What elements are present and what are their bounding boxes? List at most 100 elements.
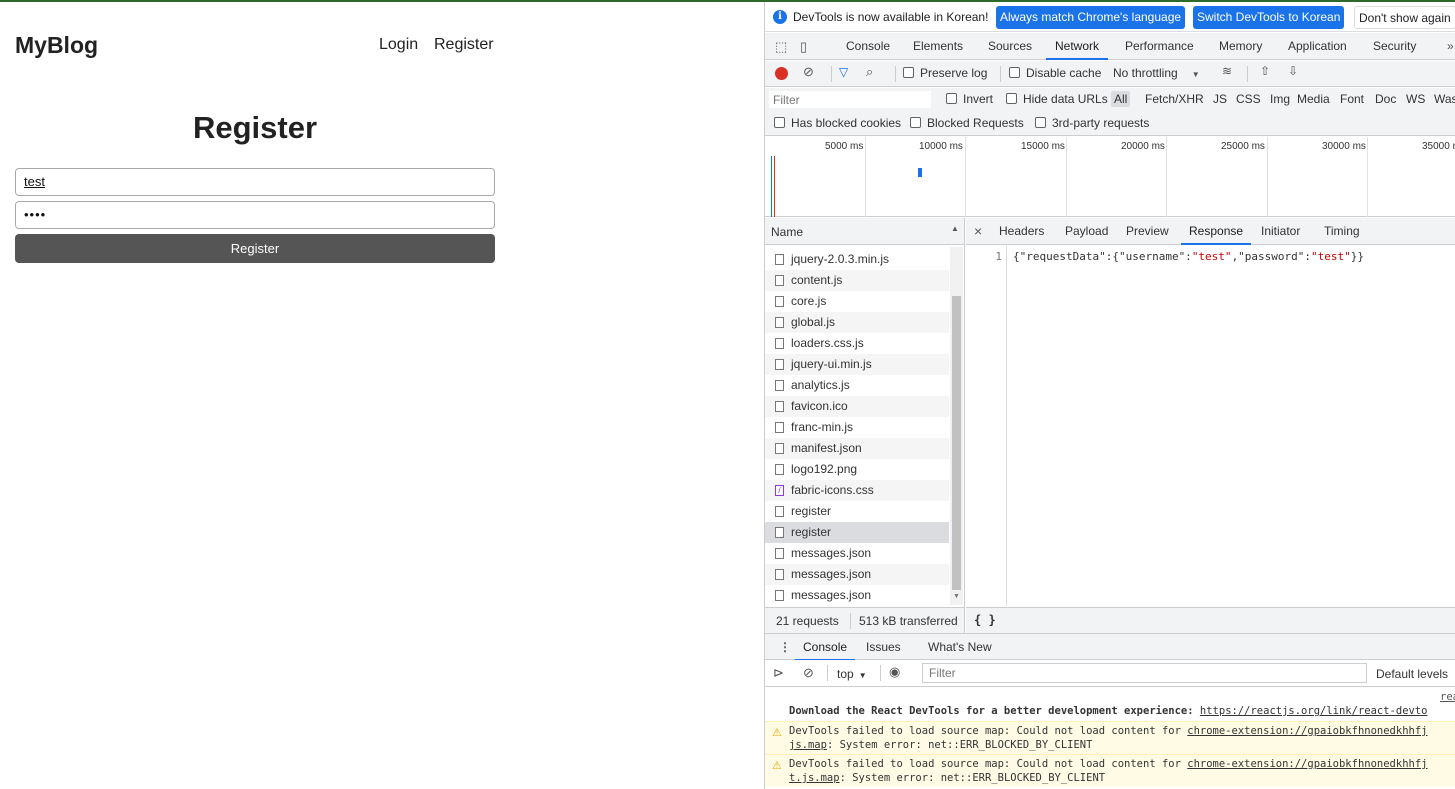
password-input[interactable]: •••• xyxy=(15,201,495,229)
request-row[interactable]: global.js xyxy=(765,312,949,333)
disable-cache-label: Disable cache xyxy=(1026,66,1102,80)
source-map-link[interactable]: js.map xyxy=(789,739,827,751)
react-devtools-link[interactable]: https://reactjs.org/link/react-devto xyxy=(1200,705,1428,717)
request-row[interactable]: favicon.ico xyxy=(765,396,949,417)
type-filter-img[interactable]: Img xyxy=(1270,92,1290,106)
tab-memory[interactable]: Memory xyxy=(1219,33,1262,60)
preserve-log-checkbox[interactable]: Preserve log xyxy=(903,66,987,80)
type-filter-css[interactable]: CSS xyxy=(1236,92,1261,106)
file-icon xyxy=(775,380,784,391)
close-detail-icon[interactable]: × xyxy=(974,218,982,245)
type-filter-ws[interactable]: WS xyxy=(1406,92,1425,106)
clear-icon[interactable]: ⊘ xyxy=(803,64,814,80)
type-filter-js[interactable]: JS xyxy=(1213,92,1227,106)
drawer-tab-whats-new[interactable]: What's New xyxy=(928,634,992,661)
request-row[interactable]: jquery-2.0.3.min.js xyxy=(765,249,949,270)
request-row[interactable]: register xyxy=(765,501,949,522)
type-filter-media[interactable]: Media xyxy=(1297,92,1330,106)
request-row[interactable]: jquery-ui.min.js xyxy=(765,354,949,375)
tab-console[interactable]: Console xyxy=(846,33,890,60)
third-party-checkbox[interactable]: 3rd-party requests xyxy=(1035,116,1149,130)
request-row[interactable]: logo192.png xyxy=(765,459,949,480)
pretty-print-button[interactable]: { } xyxy=(974,613,996,627)
record-icon[interactable] xyxy=(775,67,788,80)
nav-register-link[interactable]: Register xyxy=(434,36,494,54)
network-filter-input[interactable]: Filter xyxy=(768,90,932,109)
type-filter-fetch-xhr[interactable]: Fetch/XHR xyxy=(1145,92,1204,106)
source-map-link[interactable]: t.js.map xyxy=(789,772,840,784)
filter-icon[interactable]: ▽ xyxy=(839,65,848,79)
request-list-scrollbar[interactable]: ▼ xyxy=(950,247,963,605)
export-har-icon[interactable]: ⇩ xyxy=(1288,64,1298,78)
blocked-requests-checkbox[interactable]: Blocked Requests xyxy=(910,116,1024,130)
import-har-icon[interactable]: ⇧ xyxy=(1260,64,1270,78)
network-overview-timeline[interactable]: 5000 ms 10000 ms 15000 ms 20000 ms 25000… xyxy=(765,137,1455,217)
throttling-select[interactable]: No throttling ▼ xyxy=(1113,66,1200,80)
tab-timing[interactable]: Timing xyxy=(1324,218,1360,245)
network-conditions-icon[interactable]: ≋ xyxy=(1222,64,1232,78)
request-row[interactable]: franc-min.js xyxy=(765,417,949,438)
console-filter-input[interactable]: Filter xyxy=(922,663,1367,683)
drawer-tab-console[interactable]: Console xyxy=(795,634,856,661)
scroll-down-arrow-icon[interactable]: ▼ xyxy=(953,593,960,600)
request-row[interactable]: messages.json xyxy=(765,564,949,585)
device-toolbar-icon[interactable]: ▯ xyxy=(800,39,807,55)
disable-cache-checkbox[interactable]: Disable cache xyxy=(1009,66,1101,80)
dont-show-again-button[interactable]: Don't show again xyxy=(1354,6,1455,29)
inspect-element-icon[interactable]: ⬚ xyxy=(775,39,787,55)
tab-sources[interactable]: Sources xyxy=(988,33,1032,60)
source-map-link[interactable]: chrome-extension://gpaiobkfhnonedkhhfj xyxy=(1187,758,1427,770)
tab-response[interactable]: Response xyxy=(1181,218,1252,245)
request-row[interactable]: core.js xyxy=(765,291,949,312)
blocked-cookies-checkbox[interactable]: Has blocked cookies xyxy=(774,116,901,130)
invert-checkbox[interactable]: Invert xyxy=(946,92,993,106)
register-button[interactable]: Register xyxy=(15,234,495,263)
request-row[interactable]: loaders.css.js xyxy=(765,333,949,354)
tab-performance[interactable]: Performance xyxy=(1125,33,1194,60)
username-input[interactable]: test xyxy=(15,168,495,196)
checkbox-icon xyxy=(1035,117,1046,128)
nav-login-link[interactable]: Login xyxy=(379,36,418,54)
infobar-message: DevTools is now available in Korean! xyxy=(793,10,989,24)
log-levels-select[interactable]: Default levels xyxy=(1376,667,1448,681)
console-sidebar-icon[interactable]: ⊳ xyxy=(773,665,784,681)
request-list-header[interactable]: Name ▲ xyxy=(765,218,964,245)
request-row[interactable]: messages.json xyxy=(765,585,949,606)
scroll-thumb[interactable] xyxy=(952,296,961,590)
search-icon[interactable]: ⌕ xyxy=(866,64,873,80)
drawer-tab-issues[interactable]: Issues xyxy=(866,634,901,661)
request-row[interactable]: register xyxy=(765,522,949,543)
source-location-link[interactable]: rea xyxy=(1440,691,1455,703)
more-tabs-icon[interactable]: » xyxy=(1447,33,1454,60)
tab-headers[interactable]: Headers xyxy=(999,218,1044,245)
response-body[interactable]: {"requestData":{"username":"test","passw… xyxy=(1013,250,1364,263)
file-icon xyxy=(775,338,784,349)
tab-initiator[interactable]: Initiator xyxy=(1261,218,1300,245)
tab-application[interactable]: Application xyxy=(1288,33,1347,60)
sort-ascending-icon: ▲ xyxy=(951,224,959,233)
switch-korean-button[interactable]: Switch DevTools to Korean xyxy=(1193,6,1345,29)
context-select[interactable]: top ▼ xyxy=(837,667,867,681)
request-row[interactable]: analytics.js xyxy=(765,375,949,396)
hide-data-urls-checkbox[interactable]: Hide data URLs xyxy=(1006,92,1108,106)
type-filter-font[interactable]: Font xyxy=(1340,92,1364,106)
drawer-menu-icon[interactable]: ⋮ xyxy=(779,634,791,661)
request-row[interactable]: manifest.json xyxy=(765,438,949,459)
tab-network[interactable]: Network xyxy=(1046,33,1109,60)
type-filter-all[interactable]: All xyxy=(1111,91,1131,107)
type-filter-wasm[interactable]: Wasm xyxy=(1434,92,1455,106)
clear-console-icon[interactable]: ⊘ xyxy=(803,665,814,681)
tab-preview[interactable]: Preview xyxy=(1126,218,1169,245)
request-row[interactable]: content.js xyxy=(765,270,949,291)
file-icon xyxy=(775,275,784,286)
tab-elements[interactable]: Elements xyxy=(913,33,963,60)
match-language-button[interactable]: Always match Chrome's language xyxy=(996,6,1186,29)
request-row[interactable]: messages.json xyxy=(765,543,949,564)
tab-payload[interactable]: Payload xyxy=(1065,218,1108,245)
live-expression-eye-icon[interactable]: ◉ xyxy=(889,664,900,680)
tab-security[interactable]: Security xyxy=(1373,33,1416,60)
request-row[interactable]: / fabric-icons.css xyxy=(765,480,949,501)
site-brand[interactable]: MyBlog xyxy=(15,32,98,59)
type-filter-doc[interactable]: Doc xyxy=(1375,92,1396,106)
source-map-link[interactable]: chrome-extension://gpaiobkfhnonedkhhfj xyxy=(1187,725,1427,737)
